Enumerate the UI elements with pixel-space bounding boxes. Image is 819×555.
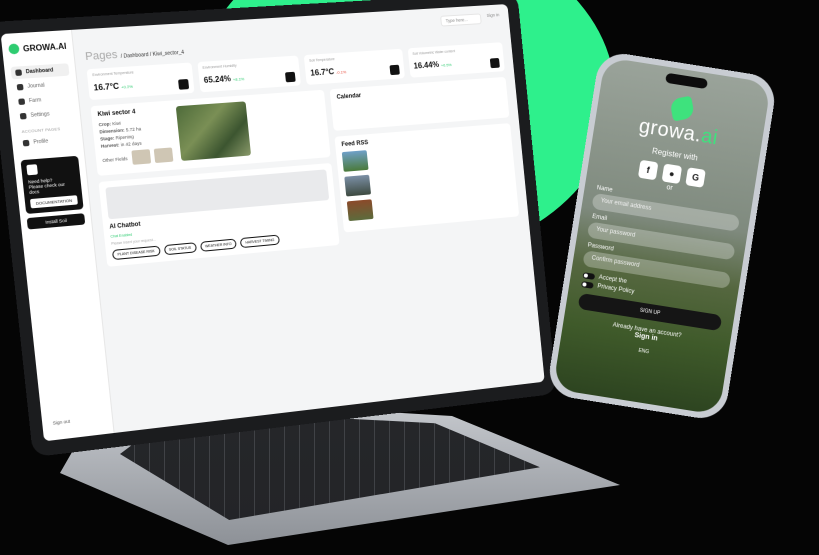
harvest-label: Harvest: bbox=[100, 142, 120, 149]
sidebar-item-journal[interactable]: Journal bbox=[12, 78, 71, 94]
kpi-value: 16.7°C bbox=[310, 67, 335, 78]
crop-label: Crop: bbox=[98, 121, 112, 128]
kpi-card: Soil Volumetric Water content 16.44%+0.5% bbox=[407, 42, 505, 78]
kpi-change: +8.1% bbox=[232, 76, 245, 82]
thermometer-icon bbox=[389, 64, 400, 76]
journal-icon bbox=[16, 83, 24, 91]
feed-card: Feed RSS bbox=[334, 122, 520, 233]
brand-main: growa. bbox=[637, 115, 704, 147]
gear-icon bbox=[19, 112, 27, 120]
dashboard-main: Type here... Sign in Pages / Dashboard /… bbox=[72, 4, 545, 433]
sidebar-item-settings[interactable]: Settings bbox=[15, 106, 74, 123]
logo-icon bbox=[8, 43, 20, 55]
home-icon bbox=[15, 69, 23, 76]
crop-value: Kiwi bbox=[112, 120, 122, 127]
thermometer-icon bbox=[177, 78, 189, 90]
laptop-screen-frame: GROWA.AI Dashboard Journal Farm Settings… bbox=[0, 0, 557, 458]
sidebar-item-label: Journal bbox=[27, 82, 46, 90]
sidebar-item-label: Profile bbox=[33, 138, 49, 146]
user-icon bbox=[22, 139, 30, 147]
breadcrumb[interactable]: / Dashboard / Kiwi_sector_4 bbox=[120, 50, 184, 60]
sign-in-link[interactable]: Sign in bbox=[486, 12, 500, 23]
suggestion-chip[interactable]: WEATHER INFO bbox=[199, 238, 238, 252]
google-button[interactable]: G bbox=[685, 167, 706, 188]
sidebar-item-label: Dashboard bbox=[25, 67, 54, 76]
sector-card: Kiwi sector 4 Crop: Kiwi Dimension: 5.72… bbox=[90, 89, 332, 176]
kpi-label: Soil Volumetric Water content bbox=[412, 49, 456, 56]
dashboard-screen: GROWA.AI Dashboard Journal Farm Settings… bbox=[0, 4, 545, 442]
documentation-button[interactable]: DOCUMENTATION bbox=[29, 195, 78, 209]
apple-button[interactable]: ● bbox=[661, 163, 683, 185]
sidebar-item-farm[interactable]: Farm bbox=[14, 92, 73, 108]
stage-label: Stage: bbox=[99, 135, 115, 142]
feed-image bbox=[344, 174, 372, 197]
chatbot-card: AI Chatbot Chat Enabled Please insert yo… bbox=[98, 162, 341, 267]
sidebar-item-label: Farm bbox=[28, 97, 42, 105]
apple-icon: ● bbox=[668, 168, 676, 180]
sidebar-item-dashboard[interactable]: Dashboard bbox=[10, 63, 70, 80]
feed-text bbox=[373, 174, 376, 194]
brand-name: GROWA.AI bbox=[22, 41, 67, 54]
feed-text bbox=[376, 198, 379, 218]
field-thumbnail[interactable] bbox=[153, 147, 173, 164]
facebook-button[interactable]: f bbox=[637, 159, 659, 181]
install-button[interactable]: Install Soil bbox=[26, 213, 86, 230]
sidebar-item-label: Settings bbox=[30, 111, 50, 119]
toggle-switch[interactable] bbox=[581, 281, 594, 289]
help-icon bbox=[26, 164, 38, 176]
feed-image bbox=[347, 198, 374, 221]
kpi-change: +0.2% bbox=[120, 83, 134, 90]
page-title-text: Pages bbox=[84, 48, 119, 64]
kpi-label: Soil Temperature bbox=[308, 57, 335, 63]
calendar-card: Calendar bbox=[330, 76, 510, 131]
suggestion-chip[interactable]: HARVEST TIMING bbox=[239, 234, 280, 249]
feed-image bbox=[342, 149, 369, 172]
kpi-label: Environment Temperature bbox=[92, 70, 134, 78]
left-column: Kiwi sector 4 Crop: Kiwi Dimension: 5.72… bbox=[90, 89, 341, 273]
kpi-label: Environment Humidity bbox=[202, 63, 237, 70]
right-column: Calendar Feed RSS bbox=[330, 76, 521, 250]
other-fields-label: Other Fields bbox=[102, 155, 128, 163]
kpi-card: Environment Humidity 65.24%+8.1% bbox=[196, 55, 301, 93]
phone-notch bbox=[665, 72, 709, 90]
suggestion-chip[interactable]: SOIL STATUS bbox=[163, 242, 197, 256]
sector-title: Kiwi sector 4 bbox=[97, 109, 136, 119]
water-drop-icon bbox=[489, 57, 500, 69]
suggestion-chip[interactable]: PLANT DISEASE RISK bbox=[111, 245, 161, 261]
farm-icon bbox=[18, 98, 26, 106]
kpi-change: -0.1% bbox=[335, 69, 347, 75]
kpi-value: 16.7°C bbox=[93, 81, 120, 93]
help-card: Need help? Please check our docs DOCUMEN… bbox=[20, 155, 84, 215]
satellite-map[interactable] bbox=[175, 101, 251, 161]
kpi-card: Soil Temperature 16.7°C-0.1% bbox=[303, 48, 405, 85]
humidity-icon bbox=[284, 71, 296, 83]
dimension-label: Dimension: bbox=[99, 127, 125, 135]
sidebar-item-profile[interactable]: Profile bbox=[18, 133, 77, 150]
sidebar-section-label: ACCOUNT PAGES bbox=[21, 126, 61, 135]
leaf-logo-icon bbox=[669, 95, 696, 122]
kpi-card: Environment Temperature 16.7°C+0.2% bbox=[86, 62, 195, 101]
brand-accent: ai bbox=[699, 125, 720, 150]
harvest-value: in 42 days bbox=[120, 140, 142, 148]
kpi-change: +0.5% bbox=[440, 62, 452, 68]
search-input[interactable]: Type here... bbox=[440, 13, 482, 27]
dimension-value: 5.72 ha bbox=[125, 126, 142, 133]
sector-details: Kiwi sector 4 Crop: Kiwi Dimension: 5.72… bbox=[97, 107, 173, 169]
content-grid: Kiwi sector 4 Crop: Kiwi Dimension: 5.72… bbox=[90, 76, 521, 273]
field-thumbnail[interactable] bbox=[130, 149, 151, 165]
logo[interactable]: GROWA.AI bbox=[8, 41, 67, 55]
kpi-value: 65.24% bbox=[203, 74, 232, 85]
toggle-switch[interactable] bbox=[582, 272, 596, 280]
product-mockup: GROWA.AI Dashboard Journal Farm Settings… bbox=[0, 0, 819, 555]
feed-text bbox=[371, 149, 374, 169]
stage-value: Ripening bbox=[115, 133, 135, 141]
chatbot-title-text: AI Chatbot bbox=[109, 221, 141, 231]
sign-out-link[interactable]: Sign out bbox=[53, 419, 71, 426]
kpi-value: 16.44% bbox=[413, 60, 440, 71]
